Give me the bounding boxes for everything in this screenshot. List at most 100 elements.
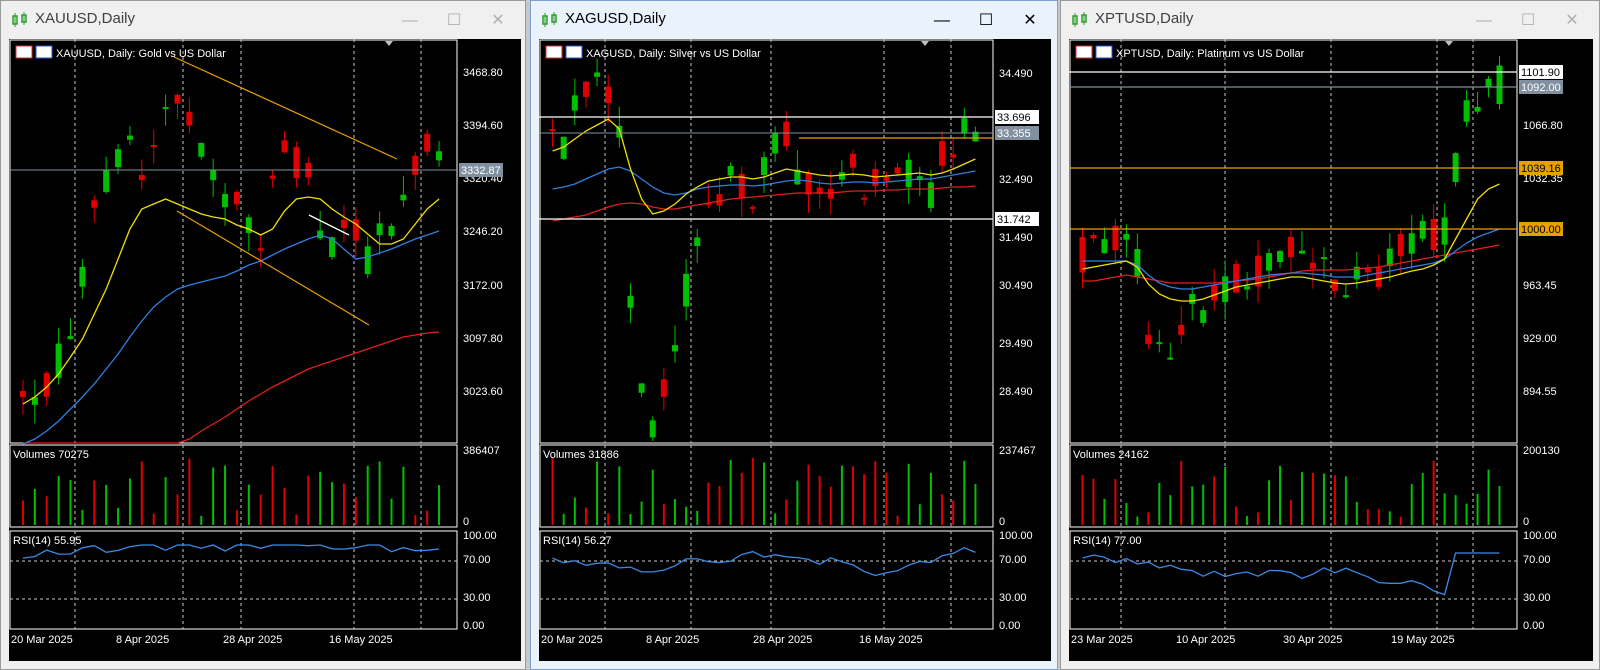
price-tick-label: 3468.80 xyxy=(463,67,503,79)
candle-body xyxy=(269,175,276,179)
candle-body xyxy=(1178,324,1185,336)
candle-body xyxy=(1320,257,1327,260)
chart-area[interactable]: XPTUSD, Daily: Platinum vs US Dollar 1066… xyxy=(1069,39,1593,661)
candle-body xyxy=(376,223,383,236)
chart-area[interactable]: XAGUSD, Daily: Silver vs US Dollar 34.490… xyxy=(539,39,1051,661)
volume-tick-label: 386407 xyxy=(463,445,500,457)
candle-body xyxy=(1255,255,1262,287)
candle-body xyxy=(1145,334,1152,344)
price-tag-label: 1000.00 xyxy=(1521,224,1561,236)
chart-window-xauusd[interactable]: XAUUSD,Daily — ☐ ✕ XAUUSD, Daily: Gold v… xyxy=(0,0,526,670)
title-bar[interactable]: XAUUSD,Daily — ☐ ✕ xyxy=(1,1,525,39)
price-tick-label: 31.490 xyxy=(999,232,1033,244)
rsi-tick-label: 30.00 xyxy=(463,592,491,604)
maximize-button[interactable]: ☐ xyxy=(439,10,469,32)
candle-body xyxy=(91,200,98,208)
candle-body xyxy=(638,383,645,393)
candle-body xyxy=(961,118,968,134)
price-tag-label: 33.355 xyxy=(997,128,1031,140)
close-button[interactable]: ✕ xyxy=(1015,10,1045,32)
candle-body xyxy=(594,72,601,77)
price-tick-label: 3172.00 xyxy=(463,280,503,292)
candle-body xyxy=(1244,286,1251,290)
candle-body xyxy=(582,81,589,97)
shift-marker-icon xyxy=(385,41,393,46)
price-tick-label: 963.45 xyxy=(1523,280,1557,292)
candle-body xyxy=(138,174,145,180)
price-tick-label: 894.55 xyxy=(1523,386,1557,398)
price-chart[interactable]: XAUUSD, Daily: Gold vs US Dollar 3468.80 3… xyxy=(9,39,521,661)
volume-tick-label: 237467 xyxy=(999,445,1036,457)
rsi-tick-label: 70.00 xyxy=(999,554,1027,566)
rsi-tick-label: 0.00 xyxy=(463,620,484,632)
candle-body xyxy=(340,219,347,228)
chart-header xyxy=(545,45,583,59)
price-chart[interactable]: XPTUSD, Daily: Platinum vs US Dollar 1066… xyxy=(1069,39,1593,661)
candle-body xyxy=(1222,276,1229,303)
candle-body xyxy=(1386,248,1393,267)
candle-body xyxy=(894,167,901,174)
candle-body xyxy=(150,145,157,148)
candle-body xyxy=(1189,294,1196,304)
candle-body xyxy=(400,194,407,201)
price-chart[interactable]: XAGUSD, Daily: Silver vs US Dollar 34.490… xyxy=(539,39,1051,661)
chart-window-xptusd[interactable]: XPTUSD,Daily — ☐ ✕ XPTUSD, Daily: Platin… xyxy=(1060,0,1600,670)
candle-body xyxy=(1200,310,1207,323)
candle-body xyxy=(388,225,395,237)
candle-body xyxy=(861,197,868,200)
minimize-button[interactable]: — xyxy=(1469,10,1499,32)
chart-flag-icon xyxy=(565,45,583,59)
candle-body xyxy=(1134,249,1141,277)
moving-average-slow xyxy=(22,331,440,444)
candle-body xyxy=(772,133,779,154)
minimize-button[interactable]: — xyxy=(395,10,425,32)
rsi-label: RSI(14) 56.27 xyxy=(543,535,611,547)
volume-tick-label: 0 xyxy=(1523,516,1529,528)
shift-marker-icon xyxy=(1445,41,1453,46)
date-tick-label: 8 Apr 2025 xyxy=(116,634,169,646)
rsi-line xyxy=(22,544,440,559)
candle-body xyxy=(293,147,300,179)
candle-body xyxy=(838,172,845,180)
rsi-tick-label: 100.00 xyxy=(999,530,1033,542)
date-tick-label: 16 May 2025 xyxy=(329,634,393,646)
maximize-button[interactable]: ☐ xyxy=(971,10,1001,32)
candle-body xyxy=(827,188,834,199)
title-bar[interactable]: XAGUSD,Daily — ☐ ✕ xyxy=(531,1,1057,39)
candle-body xyxy=(1463,100,1470,122)
candle-body xyxy=(19,391,26,398)
candle-body xyxy=(1408,233,1415,254)
chart-header-text: XAGUSD, Daily: Silver vs US Dollar xyxy=(586,48,761,60)
price-tick-label: 34.490 xyxy=(999,68,1033,80)
candle-body xyxy=(79,266,86,287)
price-tick-label: 3097.80 xyxy=(463,333,503,345)
candle-body xyxy=(103,169,110,192)
candle-body xyxy=(1309,262,1316,269)
candle-body xyxy=(805,173,812,195)
maximize-button[interactable]: ☐ xyxy=(1513,10,1543,32)
candle-body xyxy=(927,182,934,208)
chart-window-xagusd[interactable]: XAGUSD,Daily — ☐ ✕ XAGUSD, Daily: Silver… xyxy=(530,0,1058,670)
price-tag-label: 1092.00 xyxy=(1521,82,1561,94)
chart-flag-icon xyxy=(545,45,563,59)
chart-area[interactable]: XAUUSD, Daily: Gold vs US Dollar 3468.80 3… xyxy=(9,39,521,661)
candle-body xyxy=(1419,220,1426,239)
price-tick-label: 929.00 xyxy=(1523,333,1557,345)
price-tick-label: 29.490 xyxy=(999,338,1033,350)
close-button[interactable]: ✕ xyxy=(483,10,513,32)
close-button[interactable]: ✕ xyxy=(1557,10,1587,32)
candle-body xyxy=(412,155,419,175)
candle-body xyxy=(1485,78,1492,88)
candlestick-icon xyxy=(1072,12,1087,27)
candle-body xyxy=(424,133,431,152)
minimize-button[interactable]: — xyxy=(927,10,957,32)
rsi-tick-label: 30.00 xyxy=(1523,592,1551,604)
title-bar[interactable]: XPTUSD,Daily — ☐ ✕ xyxy=(1061,1,1599,39)
candle-body xyxy=(683,273,690,307)
chart-flag-icon xyxy=(15,45,33,59)
date-tick-label: 23 Mar 2025 xyxy=(1071,634,1133,646)
candle-body xyxy=(1211,285,1218,301)
candle-body xyxy=(1496,65,1503,104)
price-tick-label: 3246.20 xyxy=(463,226,503,238)
candle-body xyxy=(126,135,133,140)
